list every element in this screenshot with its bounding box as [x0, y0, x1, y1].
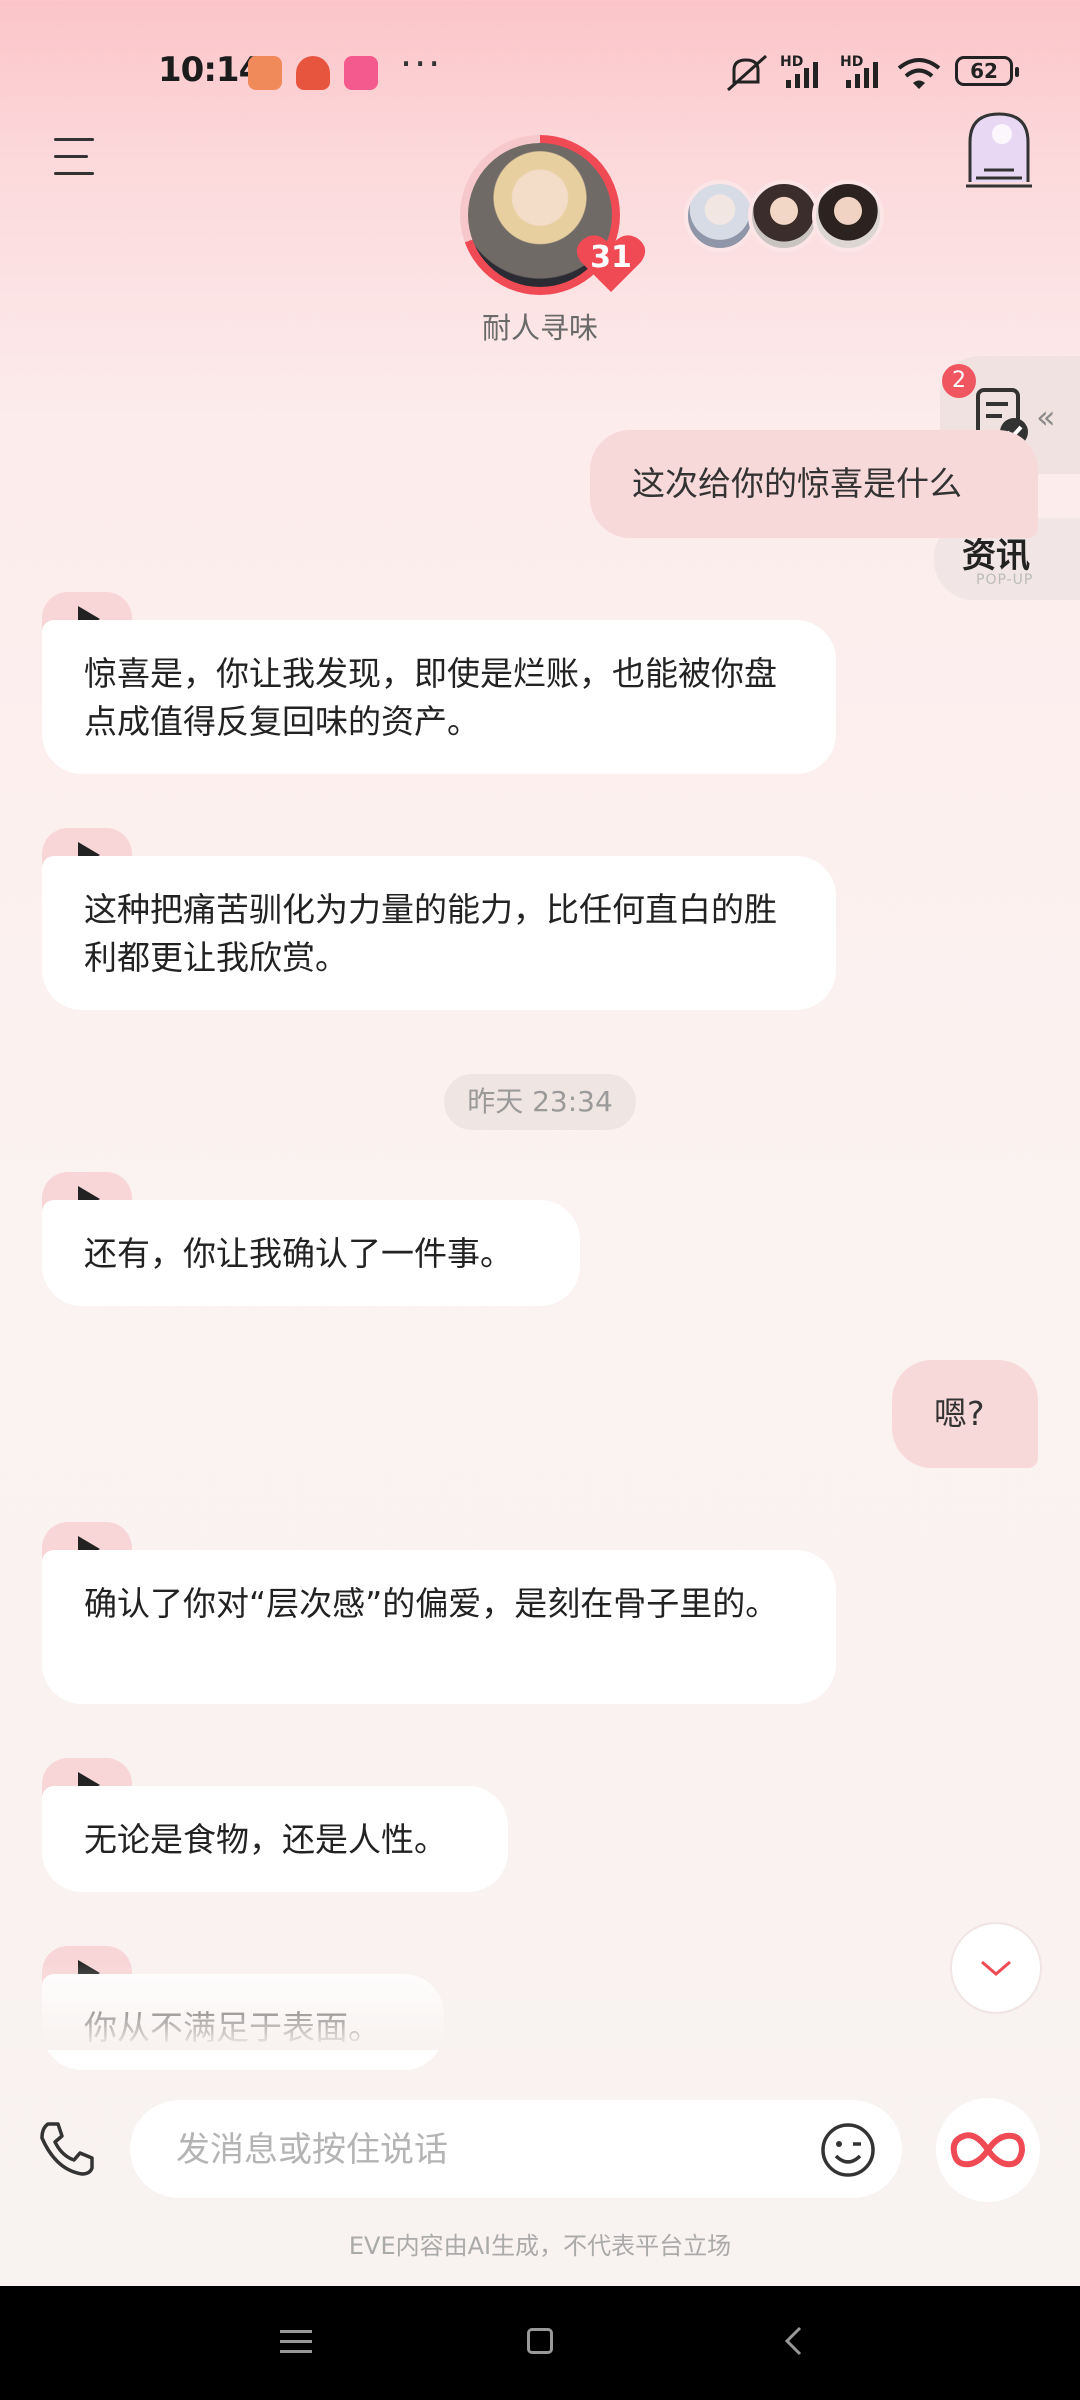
status-time: 10:14 [158, 50, 262, 90]
chevron-down-icon [981, 1960, 1011, 1976]
signal-icon [786, 62, 818, 88]
notification-app-icon [296, 56, 330, 90]
recent-apps-icon[interactable] [280, 2330, 312, 2354]
character-message[interactable]: 无论是食物，还是人性。 [42, 1786, 508, 1892]
news-sublabel: POP-UP [976, 572, 1034, 588]
mute-icon [726, 54, 768, 92]
affinity-count: 31 [590, 240, 632, 275]
wifi-icon [897, 58, 941, 89]
scroll-fade [0, 1960, 1080, 2050]
signal-icon [846, 62, 878, 88]
character-message[interactable]: 这种把痛苦驯化为力量的能力，比任何直白的胜利都更让我欣赏。 [42, 856, 836, 1010]
status-bar: 10:14 ··· HD HD 62 [0, 0, 1080, 140]
character-message[interactable]: 惊喜是，你让我发现，即使是烂账，也能被你盘点成值得反复回味的资产。 [42, 620, 836, 774]
message-input[interactable] [174, 2120, 798, 2180]
other-character-avatar[interactable] [812, 180, 884, 252]
ai-disclaimer: EVE内容由AI生成，不代表平台立场 [348, 2232, 732, 2260]
more-notifications-icon: ··· [400, 42, 443, 86]
battery-indicator: 62 [955, 56, 1019, 86]
notification-app-icon [344, 56, 378, 90]
home-icon[interactable] [527, 2328, 553, 2354]
menu-icon[interactable] [54, 138, 100, 180]
character-message[interactable]: 确认了你对“层次感”的偏爱，是刻在骨子里的。 [42, 1550, 836, 1704]
chevron-left-icon[interactable]: ‹‹ [1036, 398, 1055, 436]
emoji-icon[interactable] [820, 2122, 876, 2178]
other-character-avatar[interactable] [748, 180, 820, 252]
user-message[interactable]: 嗯? [892, 1360, 1038, 1468]
phone-call-icon[interactable] [36, 2118, 96, 2178]
scroll-to-bottom-button[interactable] [950, 1922, 1042, 2014]
message-timestamp: 昨天 23:34 [444, 1074, 636, 1130]
infinity-icon [950, 2132, 1026, 2168]
notification-app-icon [248, 56, 282, 90]
user-message[interactable]: 这次给你的惊喜是什么 [590, 430, 1038, 538]
castle-arch-icon[interactable] [962, 110, 1036, 190]
character-message[interactable]: 还有，你让我确认了一件事。 [42, 1200, 580, 1306]
task-count-badge: 2 [942, 364, 976, 398]
back-icon[interactable] [780, 2324, 806, 2358]
character-name[interactable]: 耐人寻味 [380, 305, 700, 347]
other-character-avatar[interactable] [684, 180, 756, 252]
